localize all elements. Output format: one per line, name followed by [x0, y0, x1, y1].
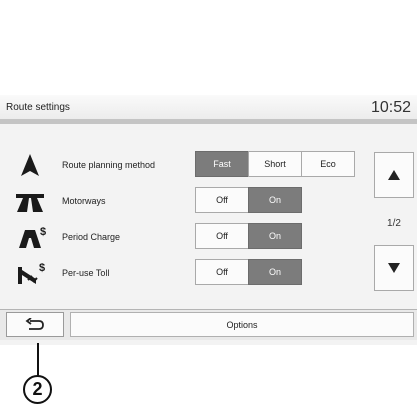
- period-charge-label: Period Charge: [62, 232, 121, 242]
- setting-row-motorways: Motorways Off On: [0, 187, 360, 215]
- page-title: Route settings: [6, 102, 70, 113]
- clock: 10:52: [370, 99, 411, 116]
- back-arrow-icon: [25, 317, 44, 330]
- route-planning-method-label: Route planning method: [62, 160, 156, 170]
- route-planning-eco-button[interactable]: Eco: [301, 151, 355, 177]
- options-button[interactable]: Options: [70, 312, 414, 337]
- per-use-toll-off-button[interactable]: Off: [195, 259, 249, 285]
- scroll-up-button[interactable]: [374, 152, 414, 198]
- setting-row-period-charge: $ Period Charge Off On: [0, 223, 360, 251]
- period-charge-icon: $: [10, 225, 50, 249]
- motorways-label: Motorways: [62, 196, 106, 206]
- period-charge-icon-dollar: $: [40, 226, 46, 238]
- per-use-toll-icon-dollar: $: [39, 262, 45, 274]
- motorways-on-button[interactable]: On: [248, 187, 302, 213]
- per-use-toll-icon: $: [10, 261, 50, 285]
- scroll-down-button[interactable]: [374, 245, 414, 291]
- motorways-off-button[interactable]: Off: [195, 187, 249, 213]
- callout-line: [37, 343, 39, 376]
- back-button[interactable]: [6, 312, 64, 337]
- route-planning-fast-button[interactable]: Fast: [195, 151, 249, 177]
- per-use-toll-on-button[interactable]: On: [248, 259, 302, 285]
- period-charge-off-button[interactable]: Off: [195, 223, 249, 249]
- setting-row-route-planning-method: Route planning method Fast Short Eco: [0, 151, 360, 179]
- header-bar: Route settings 10:52: [0, 95, 417, 119]
- bottom-bar: Options: [0, 309, 417, 340]
- period-charge-on-button[interactable]: On: [248, 223, 302, 249]
- motorway-icon: [10, 189, 50, 213]
- route-settings-screen: Route settings 10:52 Route planning meth…: [0, 95, 417, 345]
- route-planning-short-button[interactable]: Short: [248, 151, 302, 177]
- navigation-arrow-icon: [10, 153, 50, 177]
- callout-number: 2: [23, 375, 52, 404]
- arrow-up-icon: [388, 170, 400, 180]
- arrow-down-icon: [388, 263, 400, 273]
- setting-row-per-use-toll: $ Per-use Toll Off On: [0, 259, 360, 287]
- per-use-toll-label: Per-use Toll: [62, 268, 110, 278]
- page-indicator: 1/2: [387, 218, 401, 229]
- header-divider: [0, 119, 417, 124]
